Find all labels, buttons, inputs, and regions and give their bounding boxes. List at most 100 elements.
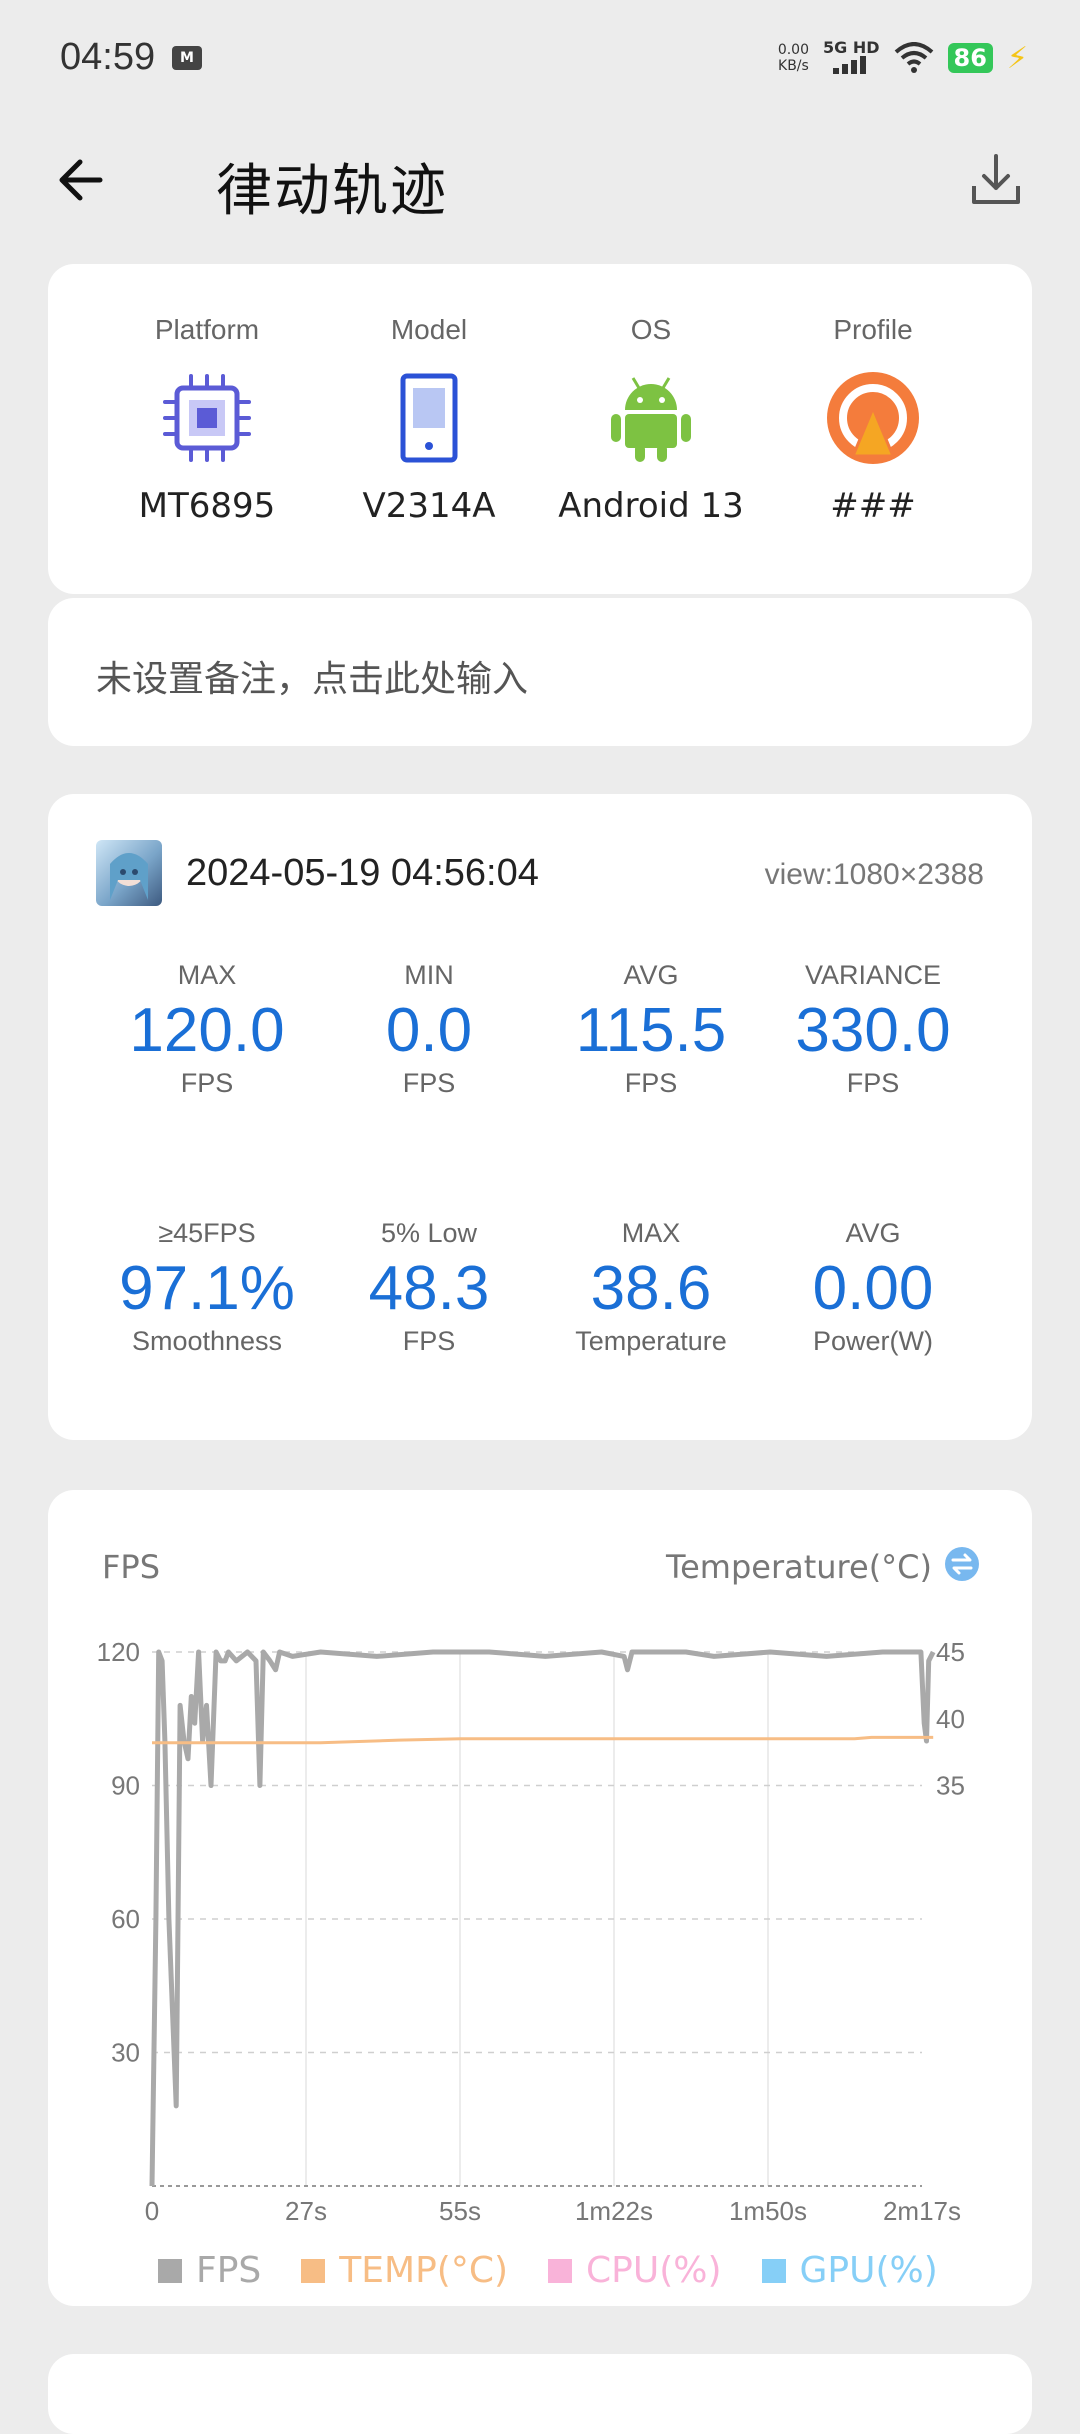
stat-label: AVG [623,960,679,990]
stat-label: ≥45FPS [158,1218,256,1248]
wifi-icon [894,42,933,73]
phone-icon [400,373,458,463]
y-left-tick-label: 60 [111,1904,140,1934]
net-speed: 0.00 KB/s [778,42,809,74]
device-os: OS Android 13 [540,264,762,594]
session-header: 2024-05-19 04:56:04 view:1080×2388 [96,840,984,910]
cellular-icon: 5G HD [823,37,880,77]
stat-value: 38.6 [590,1254,712,1323]
model-label: Model [390,314,468,345]
y-left-tick-label: 90 [111,1771,140,1801]
stat-label: MAX [621,1218,681,1248]
mt-app-icon: M [172,46,202,70]
chart-card: FPS Temperature(°C) 0 27s 55s 1m22s 1m50s 2m1… [48,1490,1032,2306]
stat-label: MIN [404,960,454,990]
profile-icon [827,372,919,464]
y-left-tick-label: 120 [97,1637,140,1667]
device-platform: Platform MT6895 [96,264,318,594]
stat-value: 120.0 [129,996,285,1065]
profile-value: ### [830,486,916,526]
stat-min-fps: MIN 0.0 FPS [318,960,540,1099]
stat-unit: Power(W) [813,1326,933,1356]
stat-avg-fps: AVG 115.5 FPS [540,960,762,1099]
legend-swatch [548,2258,573,2283]
legend-label: FPS [196,2250,262,2291]
legend-label: TEMP(°C) [339,2250,509,2291]
chart-right-axis-title: Temperature(°C) [665,1548,932,1586]
chart-left-axis-title: FPS [102,1548,161,1586]
fps-temp-chart: 0 27s 55s 1m22s 1m50s 2m17s 30 60 90 120 35 40 45 [97,1637,965,2226]
stat-avg-power: AVG 0.00 Power(W) [762,1218,984,1357]
stat-label: VARIANCE [804,960,942,990]
os-value: Android 13 [558,486,744,526]
next-card [48,2354,1032,2434]
view-resolution: view:1080×2388 [764,858,984,891]
model-value: V2314A [362,486,496,526]
stat-max-fps: MAX 120.0 FPS [96,960,318,1099]
stats-row-2: ≥45FPS 97.1% Smoothness 5% Low 48.3 FPS … [96,1218,984,1357]
legend-gpu[interactable]: GPU(%) [761,2250,938,2291]
stat-unit: Smoothness [131,1326,283,1356]
stat-value: 0.00 [812,1254,934,1323]
y-left-tick-label: 30 [111,2038,140,2068]
page-title: 律动轨迹 [216,159,448,224]
session-stats-card: 2024-05-19 04:56:04 view:1080×2388 MAX 1… [48,794,1032,1440]
device-model: Model V2314A [318,264,540,594]
stat-unit: FPS [846,1068,900,1098]
device-profile: Profile ### [762,264,984,594]
stat-value: 97.1% [119,1254,295,1323]
y-right-tick-label: 45 [936,1637,965,1667]
legend-temp[interactable]: TEMP(°C) [301,2250,508,2291]
stat-value: 115.5 [575,996,727,1065]
chart-legend: FPS TEMP(°C) CPU(%) GPU(%) [158,2250,938,2291]
stats-row-1: MAX 120.0 FPS MIN 0.0 FPS AVG 115.5 FPS … [96,960,984,1099]
os-label: OS [630,314,672,345]
device-info-card: Platform MT6895 Model V2314A OS Android … [48,264,1032,594]
note-card[interactable]: 未设置备注，点击此处输入 [48,598,1032,746]
app-avatar [96,840,162,906]
stat-unit: FPS [624,1068,678,1098]
battery-icon: 86 [947,43,993,73]
platform-value: MT6895 [138,486,276,526]
x-tick-label: 0 [145,2196,159,2226]
x-tick-label: 1m50s [729,2196,807,2226]
status-bar: 04:59 M 0.00 KB/s 5G HD 86 ⚡ [0,0,1080,120]
status-time: 04:59 [60,36,156,78]
legend-cpu[interactable]: CPU(%) [548,2250,722,2291]
platform-label: Platform [154,314,260,345]
status-right-group: 0.00 KB/s 5G HD 86 ⚡ [778,38,1028,78]
stat-label: AVG [845,1218,901,1248]
x-tick-label: 1m22s [575,2196,653,2226]
legend-fps[interactable]: FPS [158,2250,261,2291]
stat-unit: Temperature [575,1326,727,1356]
legend-swatch [301,2258,326,2283]
x-tick-label: 27s [285,2196,327,2226]
net-speed-value: 0.00 [777,42,809,58]
stat-unit: FPS [402,1326,456,1356]
session-datetime: 2024-05-19 04:56:04 [186,852,539,894]
network-label: 5G HD [823,37,880,57]
legend-swatch [761,2258,786,2283]
stat-low-5: 5% Low 48.3 FPS [318,1218,540,1357]
note-placeholder[interactable]: 未设置备注，点击此处输入 [96,650,528,702]
stat-variance: VARIANCE 330.0 FPS [762,960,984,1099]
net-speed-unit: KB/s [778,58,809,74]
download-icon[interactable] [964,148,1028,212]
back-arrow-icon[interactable] [52,150,112,210]
stat-max-temp: MAX 38.6 Temperature [540,1218,762,1357]
stat-value: 48.3 [368,1254,490,1323]
stat-label: MAX [177,960,237,990]
stat-unit: FPS [180,1068,234,1098]
cpu-icon [163,374,251,462]
stat-label: 5% Low [380,1218,478,1248]
swap-axis-icon[interactable] [944,1546,980,1582]
legend-swatch [158,2258,182,2283]
stat-unit: FPS [402,1068,456,1098]
y-right-tick-label: 40 [936,1704,965,1734]
legend-label: CPU(%) [586,2250,722,2291]
stat-value: 330.0 [795,996,951,1065]
y-right-tick-label: 35 [936,1771,965,1801]
stat-smoothness: ≥45FPS 97.1% Smoothness [96,1218,318,1357]
profile-label: Profile [833,314,913,345]
charging-icon: ⚡ [1006,40,1028,76]
